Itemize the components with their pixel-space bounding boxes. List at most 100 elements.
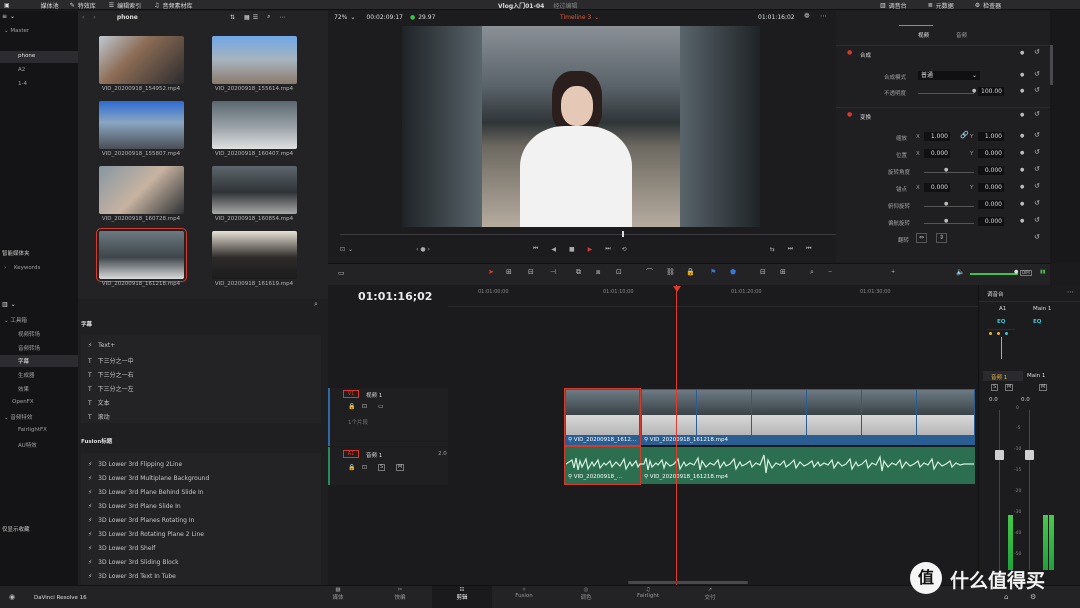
forward-icon[interactable]: ›: [93, 14, 95, 21]
keyframe-dot-icon[interactable]: ●: [1020, 185, 1024, 190]
eq-label[interactable]: EQ: [997, 319, 1005, 325]
fusion-title-item[interactable]: ⚡ 3D Lower 3rd Rotating Plane 2 Line: [88, 531, 204, 538]
keyframe-dot-icon[interactable]: ●: [1020, 219, 1024, 224]
position-x-value[interactable]: 0.000: [924, 149, 950, 158]
bin-phone[interactable]: phone: [18, 53, 35, 59]
skip-end-icon[interactable]: ⏭: [605, 245, 610, 253]
dynamic-trim-icon[interactable]: ⊟: [528, 269, 534, 276]
tree-audio-fx[interactable]: ⌄ 音频特效: [4, 413, 32, 421]
zoom-full-icon[interactable]: ⊟: [760, 269, 766, 276]
solo-button[interactable]: S: [378, 464, 386, 471]
media-thumbnail[interactable]: [99, 101, 184, 149]
fusion-title-item[interactable]: ⚡ 3D Lower 3rd Text In Tube: [88, 573, 176, 580]
mixer-tab[interactable]: 调音台: [889, 1, 907, 10]
composite-mode-select[interactable]: 普通 ⌄: [918, 71, 980, 80]
page-cut[interactable]: ✂ 快编: [370, 587, 430, 601]
grid-view-icon[interactable]: ▦: [244, 14, 250, 21]
speaker-icon[interactable]: 🔈: [956, 269, 965, 276]
tree-effects[interactable]: 效果: [18, 385, 29, 393]
fusion-title-item[interactable]: ⚡ 3D Lower 3rd Sliding Block: [88, 559, 179, 566]
keyframe-dot-icon[interactable]: ●: [1020, 89, 1024, 94]
media-thumbnail[interactable]: [212, 101, 297, 149]
insert-clip-icon[interactable]: ⧉: [576, 269, 581, 276]
safe-area-icon[interactable]: ⊡: [340, 246, 345, 253]
back-icon[interactable]: ‹: [82, 14, 84, 21]
media-thumbnail[interactable]: [212, 231, 297, 279]
dim-icon[interactable]: DIM: [1020, 270, 1032, 276]
playhead-marker-icon[interactable]: [673, 286, 681, 292]
track-visibility-icon[interactable]: ▭: [378, 404, 384, 410]
zoom-detail-icon[interactable]: ⊞: [780, 269, 786, 276]
reset-icon[interactable]: ↺: [1034, 111, 1040, 118]
tree-openfx[interactable]: OpenFX: [12, 399, 34, 405]
reset-icon[interactable]: ↺: [1034, 87, 1040, 94]
page-media[interactable]: ▦ 媒体: [308, 587, 368, 601]
loop-icon[interactable]: ⟲: [622, 246, 627, 253]
page-deliver[interactable]: ➚ 交付: [680, 587, 740, 601]
chevron-down-icon[interactable]: ⌄: [348, 246, 353, 253]
more-options-icon[interactable]: ⋯: [820, 13, 827, 20]
lock-icon[interactable]: 🔒: [348, 404, 355, 410]
lock-icon[interactable]: 🔒: [348, 465, 355, 471]
media-thumbnail[interactable]: [99, 36, 184, 84]
page-color[interactable]: ◎ 调色: [556, 587, 616, 601]
timeline-view-icon[interactable]: ▭: [338, 270, 345, 277]
media-thumbnail[interactable]: [99, 166, 184, 214]
bin-1-4[interactable]: 1-4: [18, 81, 27, 87]
track-id-a1[interactable]: A1: [343, 450, 359, 458]
tab-video[interactable]: 视频: [918, 31, 929, 39]
title-item[interactable]: T 下三分之一左: [88, 384, 134, 393]
more-options-icon[interactable]: ⋯: [279, 14, 285, 21]
fusion-title-item[interactable]: ⚡ 3D Lower 3rd Shelf: [88, 545, 155, 552]
media-thumbnail[interactable]: [212, 36, 297, 84]
volume-knob[interactable]: ●: [1014, 270, 1018, 275]
link-icon[interactable]: ⛓: [666, 269, 675, 276]
reset-icon[interactable]: ↺: [1034, 200, 1040, 207]
play-icon[interactable]: ▶: [588, 246, 593, 253]
chevron-down-icon[interactable]: ⌄: [350, 14, 355, 21]
title-item[interactable]: T 下三分之一右: [88, 370, 134, 379]
lock-icon[interactable]: 🔒: [686, 269, 695, 276]
page-fusion[interactable]: ✧ Fusion: [494, 587, 554, 599]
position-y-value[interactable]: 0.000: [978, 149, 1004, 158]
fusion-title-item[interactable]: ⚡ 3D Lower 3rd Plane Slide In: [88, 503, 181, 510]
timeline-name[interactable]: Timeline 3 ⌄: [560, 14, 599, 21]
auto-select-icon[interactable]: ⊡: [362, 404, 367, 410]
auto-select-icon[interactable]: ⊡: [362, 465, 367, 471]
track-id-v1[interactable]: V1: [343, 390, 359, 398]
zoom-out-icon[interactable]: −: [828, 270, 832, 275]
fusion-title-item[interactable]: ⚡ 3D Lower 3rd Planes Rotating In: [88, 517, 194, 524]
search-icon[interactable]: ⌕: [314, 301, 318, 308]
chevron-down-icon[interactable]: ⌄: [11, 301, 16, 308]
blade-tool-icon[interactable]: ⊣: [550, 269, 556, 276]
zoom-icon[interactable]: ⌕: [810, 269, 814, 276]
media-thumbnail-selected[interactable]: [96, 228, 187, 282]
title-item[interactable]: T 文本: [88, 398, 110, 407]
mute-button[interactable]: M: [1005, 384, 1014, 391]
edit-index-tab[interactable]: 编辑索引: [117, 1, 141, 10]
slider-knob[interactable]: ●: [944, 219, 948, 224]
fusion-title-item[interactable]: ⚡ 3D Lower 3rd Plane Behind Slide In: [88, 489, 204, 496]
keyframe-dot-icon[interactable]: ●: [1020, 168, 1024, 173]
yaw-value[interactable]: 0.000: [978, 217, 1004, 226]
video-preview[interactable]: [402, 26, 760, 227]
anchor-x-value[interactable]: 0.000: [924, 183, 950, 192]
list-view-icon[interactable]: ▥: [2, 301, 8, 308]
title-item[interactable]: T 下三分之一中: [88, 356, 134, 365]
fader-knob[interactable]: [995, 450, 1004, 460]
zoom-x-value[interactable]: 1.000: [924, 132, 950, 141]
zoom-level[interactable]: 72%: [334, 14, 347, 21]
reset-icon[interactable]: ↺: [1034, 217, 1040, 224]
pitch-value[interactable]: 0.000: [978, 200, 1004, 209]
prev-edit-icon[interactable]: ⏮: [806, 245, 811, 253]
mute-button[interactable]: M: [396, 464, 405, 471]
select-tool-icon[interactable]: ➤: [488, 269, 494, 276]
inspector-scrollbar[interactable]: [1050, 45, 1053, 85]
media-pool-tab[interactable]: 媒体池: [41, 1, 59, 10]
keyframe-dot-icon[interactable]: ●: [1020, 113, 1024, 118]
zoom-in-icon[interactable]: +: [891, 270, 895, 275]
reset-icon[interactable]: ↺: [1034, 166, 1040, 173]
keyframe-dot-icon[interactable]: ●: [1020, 202, 1024, 207]
fader-knob[interactable]: [1025, 450, 1034, 460]
slider-knob[interactable]: ●: [972, 89, 976, 94]
